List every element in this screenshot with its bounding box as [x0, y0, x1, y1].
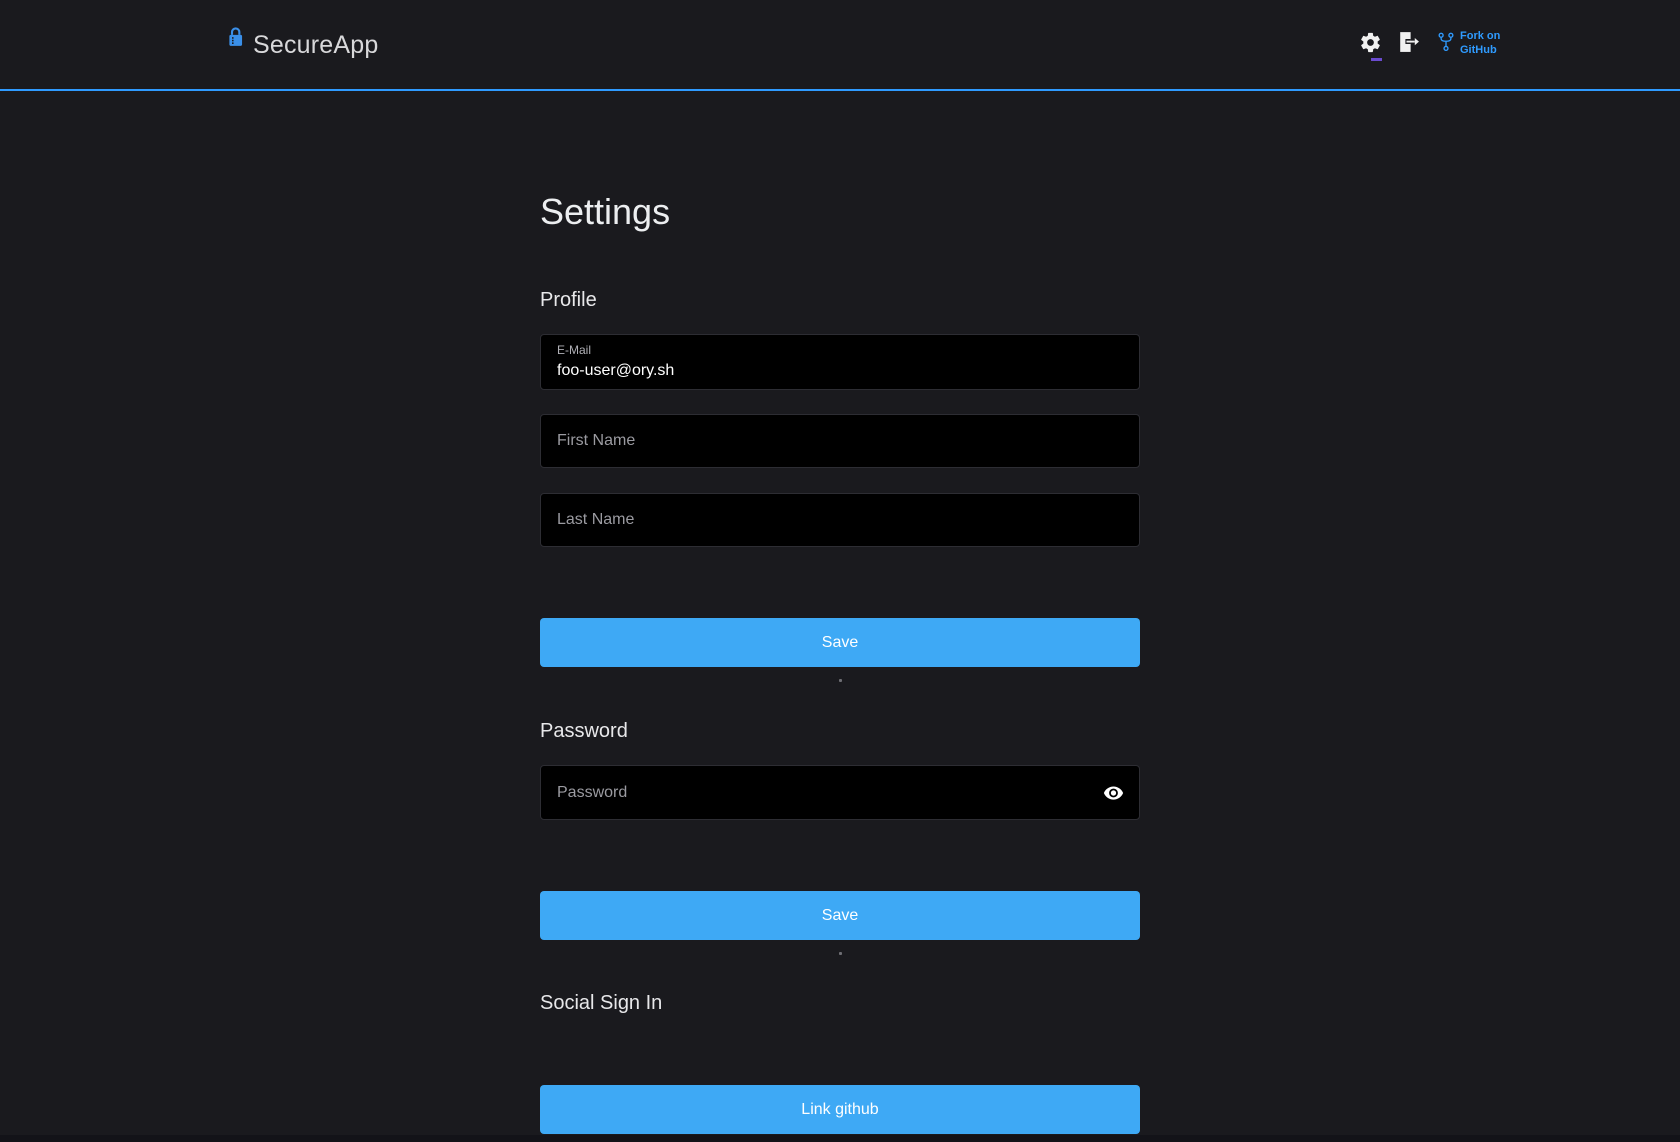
logout-icon — [1395, 41, 1420, 58]
visited-link-underline — [1371, 58, 1382, 61]
page-title: Settings — [540, 188, 1140, 235]
last-name-input[interactable] — [540, 493, 1140, 547]
section-divider-dot — [839, 679, 842, 682]
app-title: SecureApp — [253, 31, 379, 60]
logout-button[interactable] — [1395, 29, 1420, 54]
section-divider-dot — [839, 952, 842, 955]
email-field-label: E-Mail — [557, 343, 1123, 358]
link-github-button[interactable]: Link github — [540, 1085, 1140, 1134]
password-save-button[interactable]: Save — [540, 891, 1140, 940]
gear-icon — [1359, 41, 1382, 58]
fork-on-github-link[interactable]: Fork on GitHub — [1437, 30, 1500, 59]
fork-link-label: Fork on GitHub — [1460, 30, 1500, 58]
social-section-heading: Social Sign In — [540, 991, 1140, 1016]
git-fork-icon — [1437, 30, 1455, 59]
settings-page: Settings Profile E-Mail Save Password Sa… — [540, 91, 1140, 1134]
email-input[interactable] — [557, 360, 1123, 381]
profile-save-button[interactable]: Save — [540, 618, 1140, 667]
toggle-password-visibility-button[interactable] — [1101, 780, 1126, 805]
first-name-input[interactable] — [540, 414, 1140, 468]
eye-icon — [1103, 791, 1124, 806]
lock-icon — [225, 24, 246, 56]
app-logo[interactable]: SecureApp — [225, 24, 379, 60]
profile-section-heading: Profile — [540, 288, 1140, 313]
app-header: SecureApp — [0, 0, 1680, 91]
page-bottom-edge — [0, 1135, 1680, 1142]
settings-gear-button[interactable] — [1359, 31, 1382, 54]
password-input[interactable] — [540, 765, 1140, 820]
password-field — [540, 765, 1140, 820]
email-field[interactable]: E-Mail — [540, 334, 1140, 390]
password-section-heading: Password — [540, 719, 1140, 744]
